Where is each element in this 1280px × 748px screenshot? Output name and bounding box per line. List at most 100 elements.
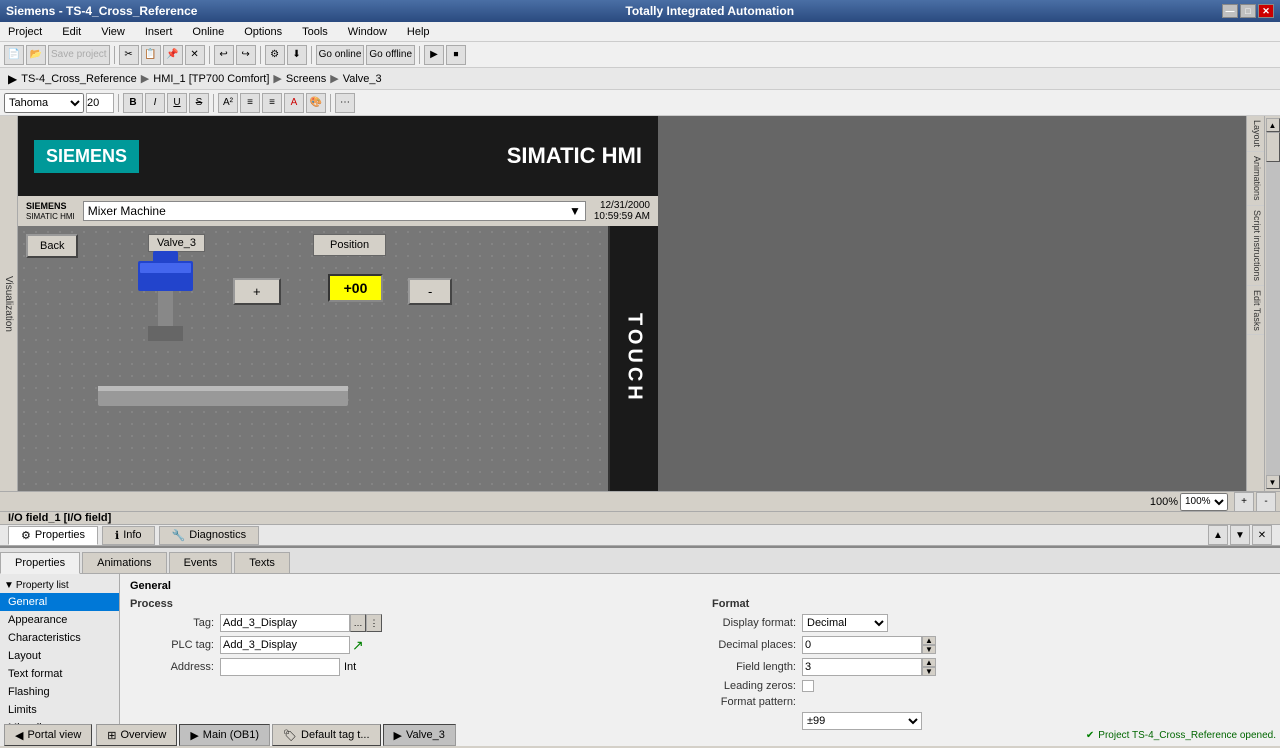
zoom-out-button[interactable]: - xyxy=(1256,492,1276,512)
field-length-up-button[interactable]: ▲ xyxy=(922,658,936,667)
taskbar-main-ob1[interactable]: ▶ Main (OB1) xyxy=(179,724,270,746)
tag-input[interactable] xyxy=(220,614,350,632)
plc-link-icon[interactable]: ↗ xyxy=(352,637,364,654)
bg-color-button[interactable]: 🎨 xyxy=(306,93,326,113)
toolbar-stop[interactable]: ⏹ xyxy=(446,45,466,65)
vertical-scrollbar[interactable]: ▲ ▼ xyxy=(1264,116,1280,491)
decimal-down-button[interactable]: ▼ xyxy=(922,645,936,654)
portal-view-button[interactable]: ◀ Portal view xyxy=(4,724,92,746)
bc-item-3[interactable]: Screens xyxy=(286,73,326,85)
toolbar-undo[interactable]: ↩ xyxy=(214,45,234,65)
sidebar-item-limits[interactable]: Limits xyxy=(0,701,119,719)
breadcrumb: ▶ TS-4_Cross_Reference ▶ HMI_1 [TP700 Co… xyxy=(0,68,1280,90)
italic-button[interactable]: I xyxy=(145,93,165,113)
toolbar-go-offline[interactable]: Go offline xyxy=(366,45,415,65)
tab-properties[interactable]: ⚙ Properties xyxy=(8,526,98,545)
menu-window[interactable]: Window xyxy=(344,24,391,40)
hmi-header: SIEMENS SIMATIC HMI xyxy=(18,116,658,196)
io-display[interactable]: +00 xyxy=(328,274,383,302)
sidebar-item-appearance[interactable]: Appearance xyxy=(0,611,119,629)
format-title: Format xyxy=(712,598,1270,610)
zoom-select[interactable]: 100% 75% 150% xyxy=(1180,493,1228,511)
display-format-select[interactable]: Decimal Hexadecimal Binary xyxy=(802,614,888,632)
tab-info[interactable]: ℹ Info xyxy=(102,526,155,545)
prop-tab-properties[interactable]: Properties xyxy=(0,552,80,574)
bc-item-1[interactable]: TS-4_Cross_Reference xyxy=(21,73,137,85)
minus-button[interactable]: - xyxy=(408,278,452,305)
font-select[interactable]: Tahoma xyxy=(4,93,84,113)
toolbar-new[interactable]: 📄 xyxy=(4,45,24,65)
field-length-input[interactable] xyxy=(802,658,922,676)
script-instructions-label[interactable]: Script instructions xyxy=(1247,206,1264,286)
taskbar-valve3[interactable]: ▶ Valve_3 xyxy=(383,724,456,746)
prop-tab-texts[interactable]: Texts xyxy=(234,552,290,573)
menu-help[interactable]: Help xyxy=(403,24,434,40)
menu-options[interactable]: Options xyxy=(240,24,286,40)
field-length-down-button[interactable]: ▼ xyxy=(922,667,936,676)
toolbar-compile[interactable]: ⚙ xyxy=(265,45,285,65)
sidebar-item-text-format[interactable]: Text format xyxy=(0,665,119,683)
menu-online[interactable]: Online xyxy=(188,24,228,40)
animations-label[interactable]: Animations xyxy=(1247,152,1264,206)
scroll-thumb[interactable] xyxy=(1266,132,1280,162)
bold-button[interactable]: B xyxy=(123,93,143,113)
mixer-dropdown[interactable]: Mixer Machine ▼ xyxy=(83,201,586,221)
bc-item-2[interactable]: HMI_1 [TP700 Comfort] xyxy=(153,73,269,85)
underline-button[interactable]: U xyxy=(167,93,187,113)
menu-insert[interactable]: Insert xyxy=(141,24,177,40)
taskbar-default-tag[interactable]: 🏷 Default tag t... xyxy=(272,724,380,746)
toolbar-start[interactable]: ▶ xyxy=(424,45,444,65)
tab-diagnostics[interactable]: 🔧 Diagnostics xyxy=(159,526,260,545)
plus-button[interactable]: + xyxy=(233,278,281,305)
prop-tab-events[interactable]: Events xyxy=(169,552,233,573)
taskbar-overview[interactable]: ⊞ Overview xyxy=(96,724,177,746)
toolbar-open[interactable]: 📂 xyxy=(26,45,46,65)
menu-tools[interactable]: Tools xyxy=(298,24,332,40)
zoom-in-button[interactable]: + xyxy=(1234,492,1254,512)
font-size-input[interactable] xyxy=(86,93,114,113)
toolbar-save[interactable]: Save project xyxy=(48,45,110,65)
menu-project[interactable]: Project xyxy=(4,24,46,40)
sidebar-item-characteristics[interactable]: Characteristics xyxy=(0,629,119,647)
bc-item-4[interactable]: Valve_3 xyxy=(343,73,382,85)
toolbar-paste[interactable]: 📌 xyxy=(163,45,183,65)
toolbar-copy[interactable]: 📋 xyxy=(141,45,161,65)
back-button[interactable]: Back xyxy=(26,234,78,258)
plc-tag-input[interactable] xyxy=(220,636,350,654)
layout-label[interactable]: Layout xyxy=(1247,116,1264,152)
close-button[interactable]: ✕ xyxy=(1258,4,1274,18)
prop-arrow-up[interactable]: ▲ xyxy=(1208,525,1228,545)
properties-panel: Properties Animations Events Texts ▼ Pro… xyxy=(0,546,1280,746)
superscript-button[interactable]: A² xyxy=(218,93,238,113)
align-left-button[interactable]: ≡ xyxy=(240,93,260,113)
toolbar-download[interactable]: ⬇ xyxy=(287,45,307,65)
align-center-button[interactable]: ≡ xyxy=(262,93,282,113)
toolbar-delete[interactable]: ✕ xyxy=(185,45,205,65)
scroll-up-button[interactable]: ▲ xyxy=(1266,118,1280,132)
sidebar-item-layout[interactable]: Layout xyxy=(0,647,119,665)
toolbar-redo[interactable]: ↪ xyxy=(236,45,256,65)
toolbar-go-online[interactable]: Go online xyxy=(316,45,365,65)
edit-tasks-label[interactable]: Edit Tasks xyxy=(1247,286,1264,336)
decimal-up-button[interactable]: ▲ xyxy=(922,636,936,645)
strikethrough-button[interactable]: S xyxy=(189,93,209,113)
prop-tab-animations[interactable]: Animations xyxy=(82,552,166,573)
maximize-button[interactable]: □ xyxy=(1240,4,1256,18)
font-color-button[interactable]: A xyxy=(284,93,304,113)
toolbar-cut[interactable]: ✂ xyxy=(119,45,139,65)
prop-close[interactable]: ✕ xyxy=(1252,525,1272,545)
minimize-button[interactable]: — xyxy=(1222,4,1238,18)
sidebar-item-general[interactable]: General xyxy=(0,593,119,611)
decimal-places-input[interactable] xyxy=(802,636,922,654)
menu-view[interactable]: View xyxy=(97,24,129,40)
prop-arrow-down[interactable]: ▼ xyxy=(1230,525,1250,545)
more-fmt[interactable]: ⋯ xyxy=(335,93,355,113)
sidebar-item-flashing[interactable]: Flashing xyxy=(0,683,119,701)
menu-edit[interactable]: Edit xyxy=(58,24,85,40)
tag-browse-button[interactable]: … xyxy=(350,614,366,632)
tag-browse-button2[interactable]: ⋮ xyxy=(366,614,382,632)
scroll-down-button[interactable]: ▼ xyxy=(1266,475,1280,489)
format-pattern-label: Format pattern: xyxy=(712,696,802,708)
address-input[interactable] xyxy=(220,658,340,676)
leading-zeros-checkbox[interactable] xyxy=(802,680,814,692)
